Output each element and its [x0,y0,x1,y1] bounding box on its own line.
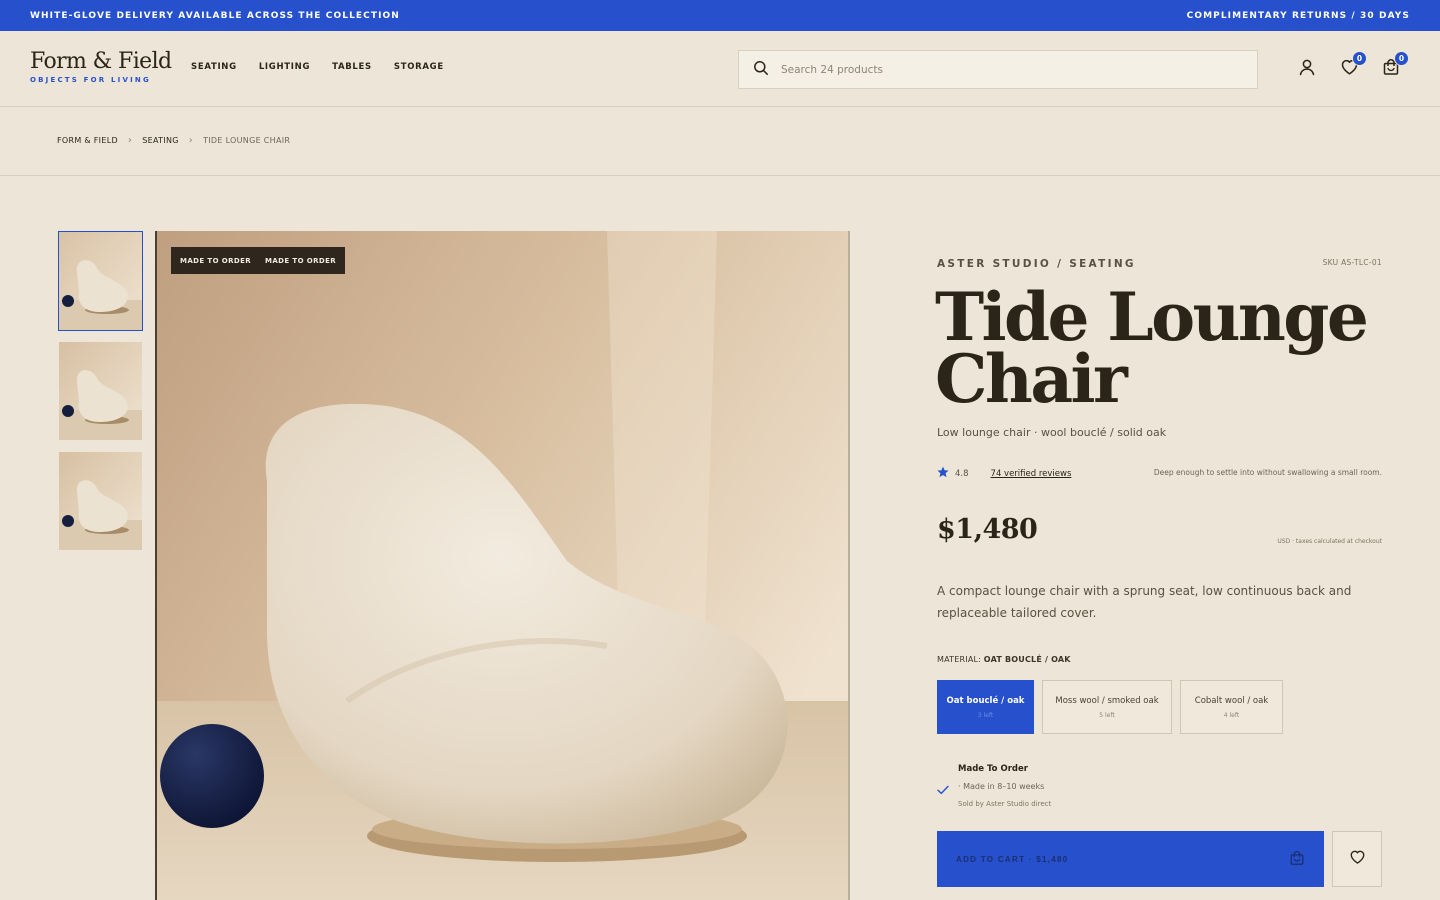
product-subtitle: Low lounge chair · wool bouclé / solid o… [937,426,1167,439]
option-name: Oat bouclé / oak [946,695,1025,706]
nav-seating[interactable]: SEATING [191,62,237,72]
logo[interactable]: Form & Field OBJECTS FOR LIVING [30,49,172,85]
thumbnail-3[interactable] [59,452,142,550]
search-icon [753,60,769,80]
option-moss-wool-smoked-oak[interactable]: Moss wool / smoked oak 5 left [1042,680,1172,734]
material-label-prefix: MATERIAL: [937,655,982,664]
thumbnail-chair-image [59,342,142,440]
cart-count-badge: 0 [1394,51,1409,66]
promo-left-text: WHITE-GLOVE DELIVERY AVAILABLE ACROSS TH… [30,10,400,21]
option-name: Moss wool / smoked oak [1055,695,1159,706]
check-icon [937,780,949,799]
lead-time: · Made in 8–10 weeks [958,782,1045,791]
made-to-order-badge: MADE TO ORDER [256,247,346,274]
wishlist-button[interactable]: 0 [1339,51,1367,79]
thumbnail-chair-image [59,452,142,550]
breadcrumb-bar: FORM & FIELD › SEATING › TIDE LOUNGE CHA… [0,107,1440,176]
product-title: Tide Lounge Chair [935,284,1395,412]
account-button[interactable] [1297,59,1317,79]
availability-title: Made To Order [958,764,1028,774]
option-stock: 5 left [1099,711,1115,719]
add-to-cart-button[interactable]: ADD TO CART · $1,480 [937,831,1324,887]
sold-by: Sold by Aster Studio direct [958,800,1052,808]
option-stock: 3 left [977,711,994,719]
promo-right-text: COMPLIMENTARY RETURNS / 30 DAYS [1186,10,1410,21]
heart-icon [1349,849,1366,869]
product-tagline: Deep enough to settle into without swall… [1153,468,1382,477]
nav-storage[interactable]: STORAGE [394,62,444,72]
nav-lighting[interactable]: LIGHTING [259,62,310,72]
product-price: $1,480 [937,514,1038,545]
site-header: Form & Field OBJECTS FOR LIVING SEATING … [0,31,1440,107]
thumbnail-chair-image [59,232,142,330]
thumbnail-2[interactable] [59,342,142,440]
product-description: A compact lounge chair with a sprung sea… [937,584,1352,620]
cart-button[interactable]: 0 [1381,51,1409,79]
bag-icon [1289,850,1305,869]
breadcrumb-home[interactable]: FORM & FIELD [57,136,118,145]
breadcrumb-current: TIDE LOUNGE CHAIR [203,136,291,145]
material-label: MATERIAL: OAT BOUCLÉ / OAK [937,655,1071,664]
add-to-cart-label: ADD TO CART · $1,480 [956,854,1069,864]
brand-category: ASTER STUDIO / SEATING [937,258,1136,270]
option-name: Cobalt wool / oak [1194,695,1269,706]
breadcrumb: FORM & FIELD › SEATING › TIDE LOUNGE CHA… [57,135,290,146]
chair-photo [157,231,848,900]
promo-banner: WHITE-GLOVE DELIVERY AVAILABLE ACROSS TH… [0,0,1440,31]
logo-tagline: OBJECTS FOR LIVING [30,76,151,84]
add-to-wishlist-button[interactable] [1332,831,1382,887]
rating-value: 4.8 [955,468,969,479]
option-cobalt-wool-oak[interactable]: Cobalt wool / oak 4 left [1180,680,1283,734]
product-hero-image[interactable] [155,231,850,900]
rating: 4.8 74 verified reviews [937,466,1071,481]
wishlist-count-badge: 0 [1352,51,1367,66]
thumbnail-1[interactable] [58,231,143,331]
made-to-order-badge: MADE TO ORDER [171,247,261,274]
breadcrumb-seating[interactable]: SEATING [142,136,179,145]
star-icon [937,466,949,481]
sku-label: SKU AS-TLC-01 [1322,258,1382,267]
material-selected-value: OAT BOUCLÉ / OAK [983,655,1071,664]
chevron-right-icon: › [127,135,133,146]
tax-note: USD · taxes calculated at checkout [1277,538,1382,545]
nav-tables[interactable]: TABLES [332,62,372,72]
main-nav: SEATING LIGHTING TABLES STORAGE [191,62,444,72]
reviews-link[interactable]: 74 verified reviews [991,469,1072,479]
account-icon [1298,58,1316,80]
option-oat-boucle-oak[interactable]: Oat bouclé / oak 3 left [937,680,1034,734]
title-line-2: Chair [935,340,1128,418]
search-bar[interactable] [738,50,1258,89]
chevron-right-icon: › [188,135,194,146]
logo-name: Form & Field [30,49,172,74]
option-stock: 4 left [1223,711,1240,719]
search-input[interactable] [781,63,1221,76]
